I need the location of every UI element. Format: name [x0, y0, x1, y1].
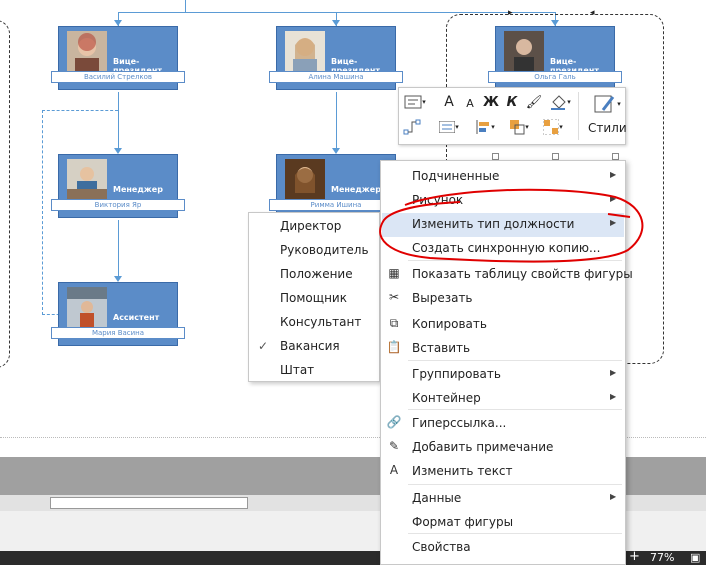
group-icon[interactable]: ▾: [540, 118, 566, 136]
selection-handle[interactable]: [492, 153, 499, 160]
context-menu-label: Изменить текст: [412, 464, 513, 478]
styles-label[interactable]: Стили: [588, 121, 627, 135]
context-menu-label: Вставить: [412, 341, 471, 355]
context-menu-label: Показать таблицу свойств фигуры: [412, 267, 633, 281]
context-menu-label: Изменить тип должности: [412, 217, 575, 231]
font-shrink-label: A: [466, 96, 474, 110]
submenu-arrow-icon: ▶: [610, 170, 617, 179]
context-menu-label: Свойства: [412, 540, 471, 554]
submenu-item-3[interactable]: Помощник: [280, 291, 347, 305]
container-left-dashed: [0, 20, 10, 368]
italic-label: К: [506, 94, 518, 110]
submenu-item-1[interactable]: Руководитель: [280, 243, 369, 257]
context-menu-label: Подчиненные: [412, 169, 500, 183]
org-card-vp-3[interactable]: Вице-президент Ольга Галь: [488, 26, 622, 90]
connector-vertical: [118, 92, 119, 152]
arrange-icon[interactable]: ▾: [506, 118, 532, 136]
selection-handle[interactable]: [612, 153, 619, 160]
org-card-vp-1[interactable]: Вице-президент Василий Стрелков: [51, 26, 185, 90]
scrollbar-thumb[interactable]: [50, 497, 248, 509]
menu-separator: [408, 409, 622, 410]
menu-separator: [408, 260, 622, 261]
font-grow-label: A: [444, 94, 454, 110]
font-shrink-icon[interactable]: A: [461, 94, 479, 112]
zoom-in-button[interactable]: +: [629, 549, 640, 564]
styles-icon[interactable]: ▾: [592, 93, 622, 115]
submenu-arrow-icon: ▶: [610, 492, 617, 501]
bold-button[interactable]: Ж: [482, 93, 500, 111]
menu-separator: [408, 533, 622, 534]
person-photo: [504, 31, 544, 71]
person-photo: [67, 287, 107, 327]
card-name: Мария Васина: [51, 327, 185, 339]
card-title: Менеджер: [331, 185, 381, 194]
card-name: Виктория Яр: [51, 199, 185, 211]
submenu-item-4[interactable]: Консультант: [280, 315, 361, 329]
container-arrow-left: ◂: [590, 8, 595, 18]
org-card-manager-2[interactable]: Менеджер Римма Ишина: [269, 154, 403, 218]
bold-label: Ж: [483, 94, 499, 110]
context-menu-label: Копировать: [412, 317, 487, 331]
connector-vertical: [118, 220, 119, 280]
text-box-icon[interactable]: ▾: [403, 93, 427, 111]
context-menu-label: Данные: [412, 491, 462, 505]
format-painter-icon[interactable]: 🖌: [525, 93, 543, 111]
submenu-item-6[interactable]: Штат: [280, 363, 314, 377]
context-menu-label: Создать синхронную копию...: [412, 241, 601, 255]
submenu-item-0[interactable]: Директор: [280, 219, 341, 233]
menu-separator: [408, 484, 622, 485]
context-menu-label: Вырезать: [412, 291, 473, 305]
submenu-arrow-icon: ▶: [610, 368, 617, 377]
card-name: Алина Машина: [269, 71, 403, 83]
submenu-arrow-icon: ▶: [610, 392, 617, 401]
connector-icon[interactable]: [403, 118, 421, 136]
person-photo: [285, 159, 325, 199]
card-name: Ольга Галь: [488, 71, 622, 83]
connector-vertical: [185, 0, 186, 12]
card-title: Менеджер: [113, 185, 163, 194]
context-menu-label: Формат фигуры: [412, 515, 514, 529]
submenu-arrow-icon: ▶: [610, 218, 617, 227]
person-photo: [67, 159, 107, 199]
toolbar-separator: [578, 92, 579, 140]
context-menu-label: Добавить примечание: [412, 440, 554, 454]
org-card-assistant[interactable]: Ассистент Мария Васина: [51, 282, 185, 346]
copy-icon: ⧉: [389, 316, 399, 330]
zoom-level[interactable]: 77%: [650, 551, 674, 564]
submenu-arrow-icon: ▶: [610, 194, 617, 203]
org-card-manager-1[interactable]: Менеджер Виктория Яр: [51, 154, 185, 218]
context-menu-label: Группировать: [412, 367, 501, 381]
person-photo: [67, 31, 107, 71]
paste-icon: 📋: [386, 340, 402, 354]
comment-icon: ✎: [388, 439, 400, 453]
card-name: Василий Стрелков: [51, 71, 185, 83]
table-icon: ▦: [388, 266, 400, 280]
scissors-icon: ✂: [388, 290, 400, 304]
font-grow-icon[interactable]: A: [440, 93, 458, 111]
context-menu-label: Гиперссылка...: [412, 416, 507, 430]
context-menu-label: Рисунок: [412, 193, 464, 207]
align-text-icon[interactable]: ▾: [437, 118, 461, 136]
org-card-vp-2[interactable]: Вице-президент Алина Машина: [269, 26, 403, 90]
fill-color-icon[interactable]: ▾: [547, 93, 573, 111]
submenu-item-2[interactable]: Положение: [280, 267, 353, 281]
connector-vertical: [336, 92, 337, 152]
text-icon: A: [389, 463, 399, 477]
top-connector-bar: [118, 12, 556, 13]
submenu-item-5[interactable]: Вакансия: [280, 339, 340, 353]
selection-handle[interactable]: [552, 153, 559, 160]
person-photo: [285, 31, 325, 71]
checkmark-icon: ✓: [258, 339, 269, 353]
italic-button[interactable]: К: [503, 93, 521, 111]
menu-separator: [408, 360, 622, 361]
container-arrow-right: ▸: [508, 8, 513, 18]
context-menu-label: Контейнер: [412, 391, 481, 405]
position-icon[interactable]: ▾: [472, 118, 498, 136]
card-title: Ассистент: [113, 313, 160, 322]
hyperlink-icon: 🔗: [386, 415, 402, 429]
fit-page-icon[interactable]: ▣: [690, 551, 700, 564]
